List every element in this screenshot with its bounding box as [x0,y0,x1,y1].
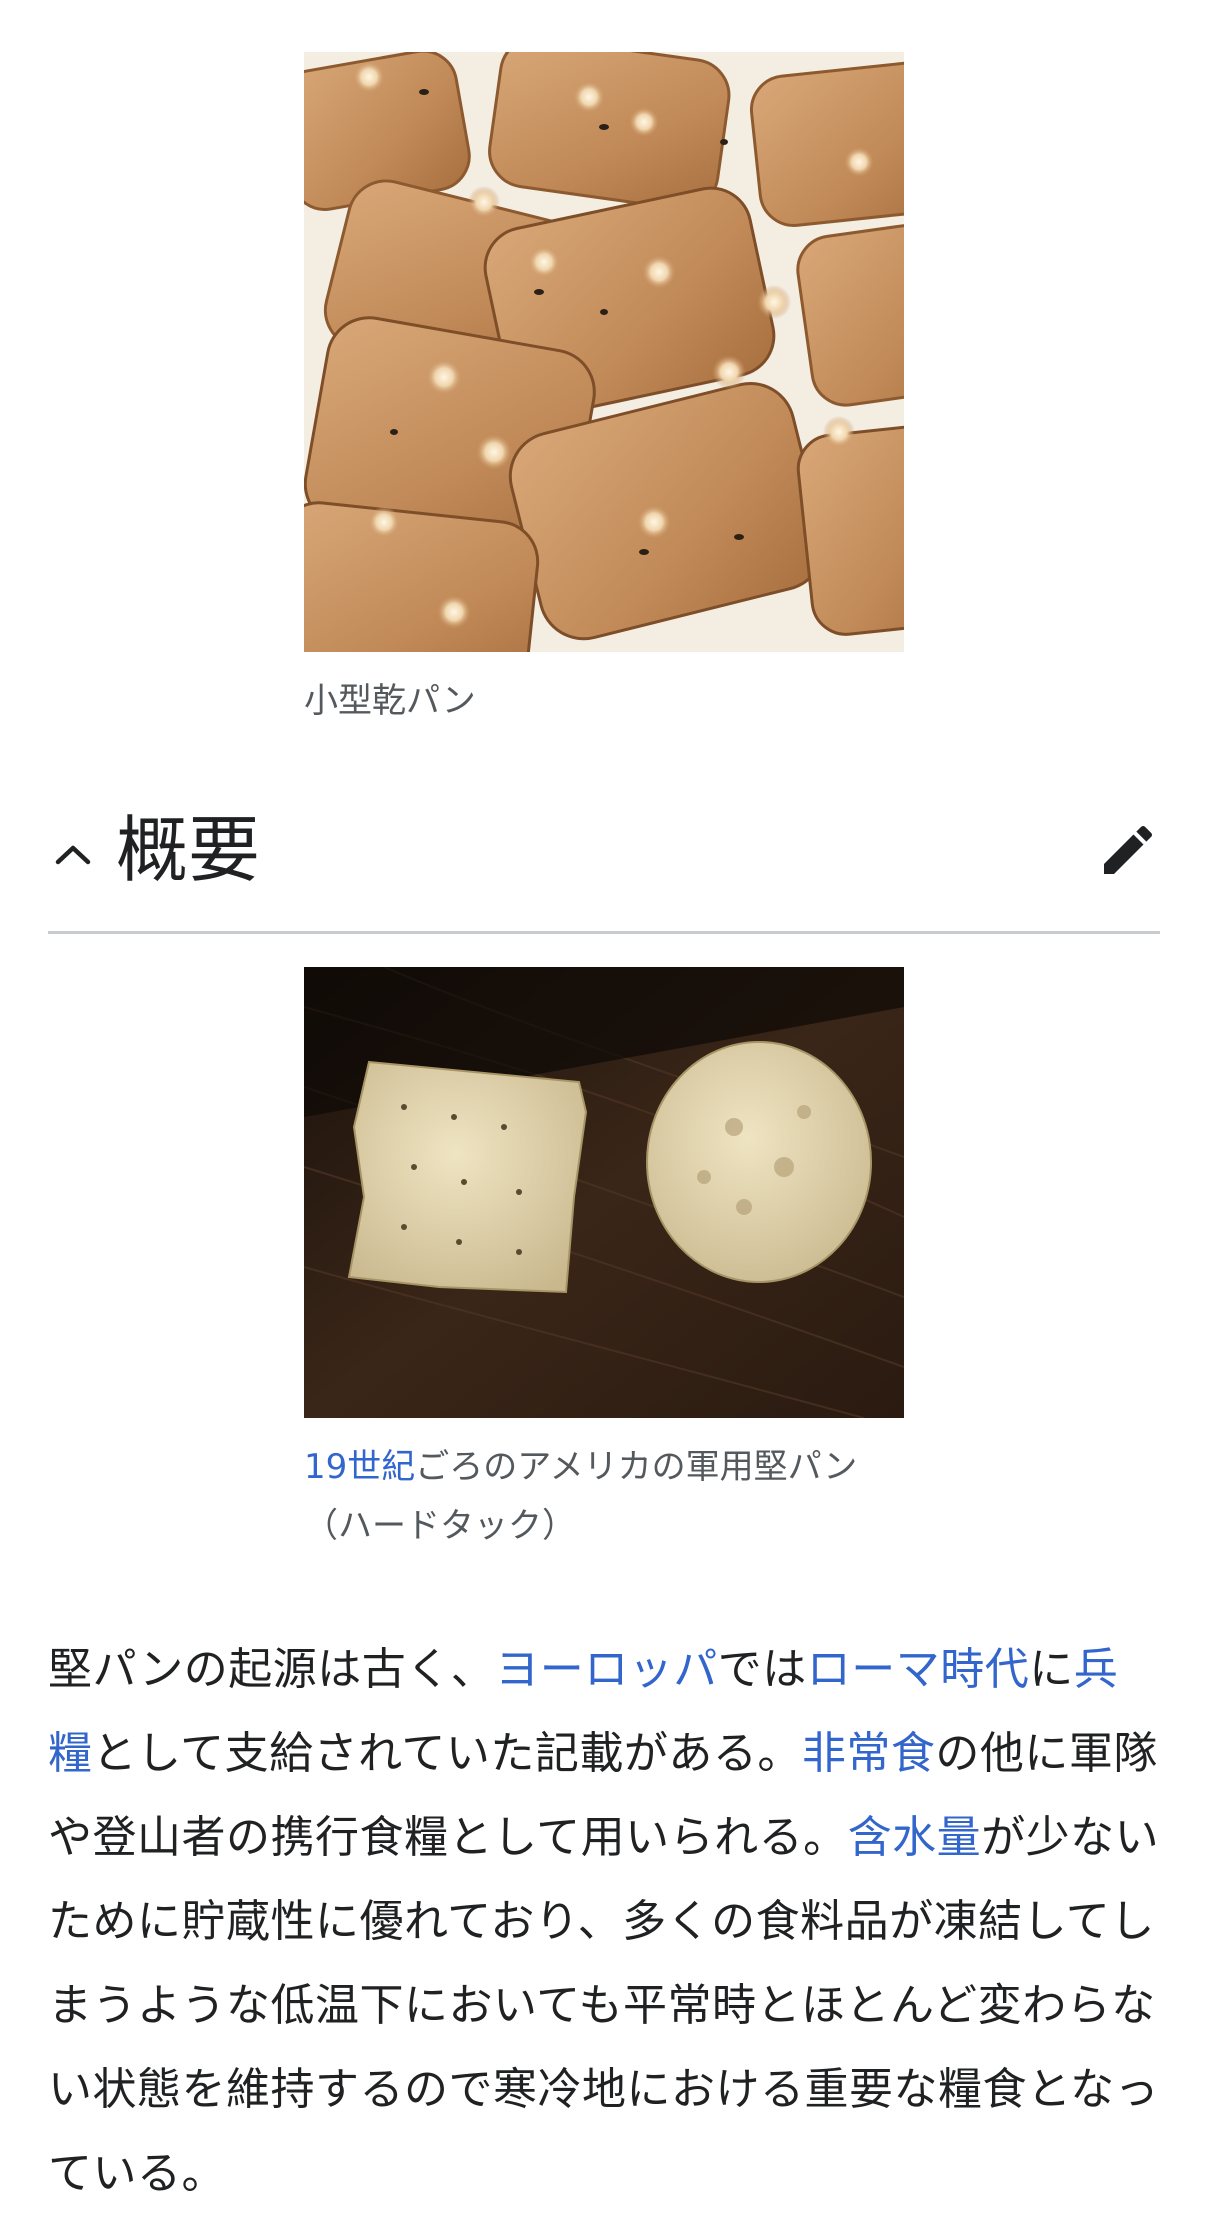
pencil-icon[interactable] [1096,818,1160,882]
link-emergency-food[interactable]: 非常食 [802,1728,936,1779]
caption-link-19th-century[interactable]: 19世紀 [304,1447,415,1487]
paragraph-text: に [1029,1644,1074,1695]
link-europe[interactable]: ヨーロッパ [495,1644,718,1695]
dry-bread-image[interactable] [304,52,904,652]
hardtack-illustration [304,967,904,1418]
section-header-overview[interactable]: 概要 [48,800,1160,934]
hardtack-image[interactable] [304,967,904,1418]
dry-bread-illustration [304,52,904,652]
figure-caption: 19世紀ごろのアメリカの軍用堅パン（ハードタック） [304,1438,924,1556]
figure-caption: 小型乾パン [304,681,476,721]
paragraph-text: が少ないために貯蔵性に優れており、多くの食料品が凍結してしまうような低温下におい… [48,1812,1160,2199]
figure-hardtack: 19世紀ごろのアメリカの軍用堅パン（ハードタック） [304,967,904,1556]
section-title: 概要 [116,808,261,892]
paragraph-text: では [717,1644,807,1695]
article-page: 小型乾パン 概要 19世紀ごろのアメリカの軍用堅パン（ハードタック） 堅パンの起… [0,0,1206,2199]
link-water-content[interactable]: 含水量 [848,1812,982,1863]
figure-dry-bread: 小型乾パン [304,52,904,731]
paragraph-text: として支給されていた記載がある。 [92,1728,802,1779]
overview-paragraph: 堅パンの起源は古く、ヨーロッパではローマ時代に兵糧として支給されていた記載がある… [48,1628,1160,2216]
chevron-up-icon[interactable] [48,830,98,880]
link-roman-era[interactable]: ローマ時代 [807,1644,1030,1695]
paragraph-text: 堅パンの起源は古く、 [48,1644,496,1695]
